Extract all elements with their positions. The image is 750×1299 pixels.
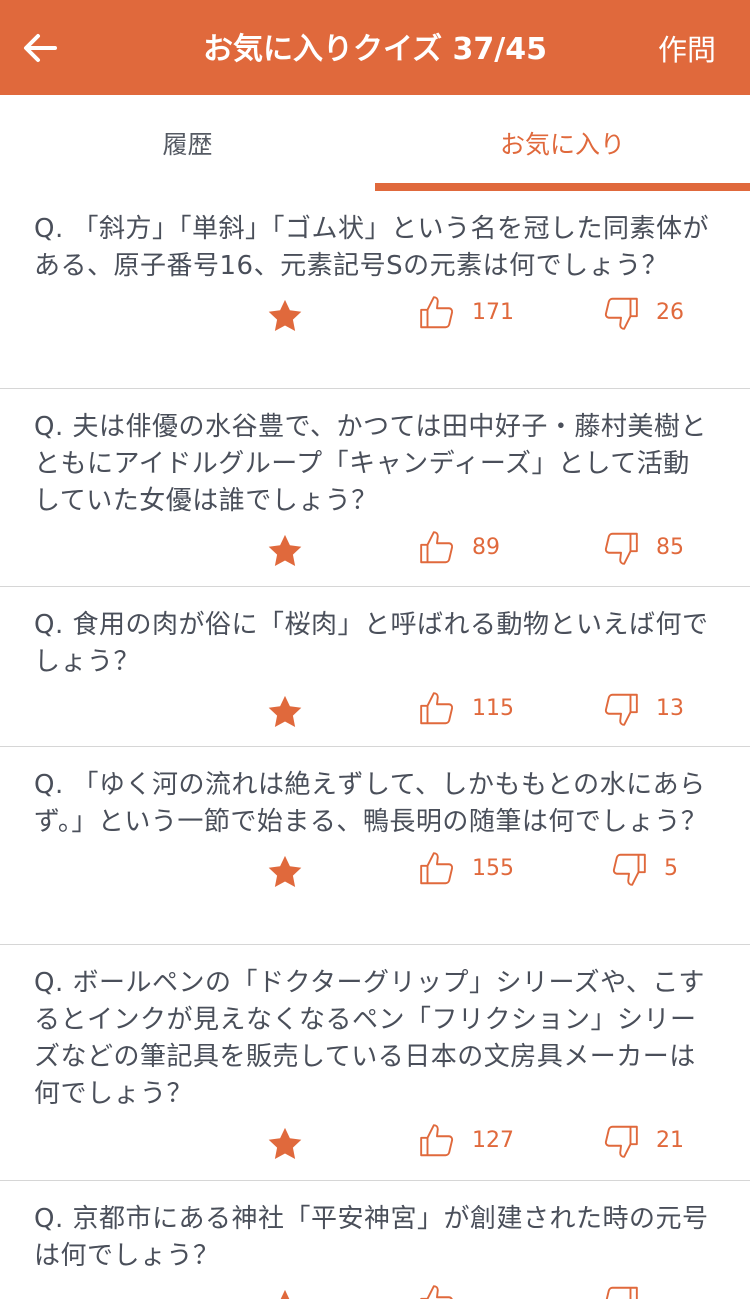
quiz-list[interactable]: Q. 「斜方」「単斜」「ゴム状」という名を冠した同素体がある、原子番号16、元素…: [0, 191, 750, 1299]
star-icon[interactable]: [266, 1125, 304, 1163]
star-icon[interactable]: [266, 1287, 304, 1299]
like-count: 89: [472, 535, 500, 560]
quiz-item[interactable]: Q. ボールペンの「ドクターグリップ」シリーズや、こするとインクが見えなくなるペ…: [0, 945, 750, 1181]
thumbs-up-icon: [420, 296, 454, 329]
like-count: 155: [472, 856, 514, 881]
page-title: お気に入りクイズ 37/45: [203, 32, 547, 67]
thumbs-down-icon: [612, 853, 646, 886]
like-count: 115: [472, 696, 514, 721]
like-button[interactable]: 115: [418, 689, 514, 729]
tab-bar: 履歴 お気に入り: [0, 95, 750, 191]
back-button[interactable]: [14, 22, 66, 74]
dislike-button[interactable]: 26: [602, 293, 684, 333]
thumbs-down-icon: [604, 297, 638, 330]
quiz-item[interactable]: Q. 「斜方」「単斜」「ゴム状」という名を冠した同素体がある、原子番号16、元素…: [0, 191, 750, 389]
dislike-button[interactable]: 85: [602, 528, 684, 568]
quiz-meta: 171 26: [34, 285, 714, 357]
like-button[interactable]: [418, 1283, 472, 1299]
app-header: お気に入りクイズ 37/45 作問: [0, 0, 750, 95]
active-tab-indicator: [375, 183, 750, 191]
quiz-question: Q. 食用の肉が俗に「桜肉」と呼ばれる動物といえば何でしょう？: [34, 610, 709, 677]
quiz-meta: 127 21: [34, 1113, 714, 1185]
dislike-count: 26: [656, 300, 684, 325]
like-button[interactable]: 127: [418, 1121, 514, 1161]
like-count: 171: [472, 300, 514, 325]
quiz-question: Q. ボールペンの「ドクターグリップ」シリーズや、こするとインクが見えなくなるペ…: [34, 968, 705, 1109]
star-icon[interactable]: [266, 297, 304, 335]
thumbs-down-icon: [604, 532, 638, 565]
thumbs-up-icon: [420, 692, 454, 725]
thumbs-down-icon: [604, 1125, 638, 1158]
quiz-item[interactable]: Q. 「ゆく河の流れは絶えずして、しかももとの水にあらず。」という一節で始まる、…: [0, 747, 750, 945]
dislike-count: 5: [664, 856, 678, 881]
quiz-question: Q. 京都市にある神社「平安神宮」が創建された時の元号は何でしょう？: [34, 1204, 709, 1271]
dislike-button[interactable]: 21: [602, 1121, 684, 1161]
dislike-count: 85: [656, 535, 684, 560]
quiz-item[interactable]: Q. 京都市にある神社「平安神宮」が創建された時の元号は何でしょう？: [0, 1181, 750, 1299]
thumbs-down-icon: [605, 1286, 638, 1299]
quiz-question: Q. 「斜方」「単斜」「ゴム状」という名を冠した同素体がある、原子番号16、元素…: [34, 214, 709, 281]
star-icon[interactable]: [266, 693, 304, 731]
arrow-left-icon: [24, 34, 57, 62]
thumbs-up-icon: [420, 1124, 454, 1157]
quiz-item[interactable]: Q. 食用の肉が俗に「桜肉」と呼ばれる動物といえば何でしょう？ 115 13: [0, 587, 750, 747]
quiz-meta: 155 5: [34, 841, 714, 913]
dislike-count: 13: [656, 696, 684, 721]
star-icon[interactable]: [266, 532, 304, 570]
dislike-count: 21: [656, 1128, 684, 1153]
dislike-button[interactable]: [602, 1283, 656, 1299]
thumbs-up-icon: [420, 531, 454, 564]
quiz-meta: 115 13: [34, 681, 714, 753]
quiz-meta: 89 85: [34, 520, 714, 592]
dislike-button[interactable]: 13: [602, 689, 684, 729]
thumbs-up-icon: [420, 1285, 453, 1299]
dislike-button[interactable]: 5: [610, 849, 678, 889]
like-button[interactable]: 171: [418, 293, 514, 333]
quiz-question: Q. 夫は俳優の水谷豊で、かつては田中好子・藤村美樹とともにアイドルグループ「キ…: [34, 412, 707, 516]
like-button[interactable]: 155: [418, 849, 514, 889]
quiz-item[interactable]: Q. 夫は俳優の水谷豊で、かつては田中好子・藤村美樹とともにアイドルグループ「キ…: [0, 389, 750, 587]
tab-history[interactable]: 履歴: [0, 95, 375, 191]
create-quiz-button[interactable]: 作問: [658, 30, 716, 70]
like-count: 127: [472, 1128, 514, 1153]
quiz-meta: [34, 1275, 714, 1299]
quiz-question: Q. 「ゆく河の流れは絶えずして、しかももとの水にあらず。」という一節で始まる、…: [34, 770, 708, 837]
thumbs-down-icon: [604, 693, 638, 726]
thumbs-up-icon: [420, 852, 454, 885]
like-button[interactable]: 89: [418, 528, 500, 568]
star-icon[interactable]: [266, 853, 304, 891]
tab-favorites[interactable]: お気に入り: [375, 95, 750, 191]
